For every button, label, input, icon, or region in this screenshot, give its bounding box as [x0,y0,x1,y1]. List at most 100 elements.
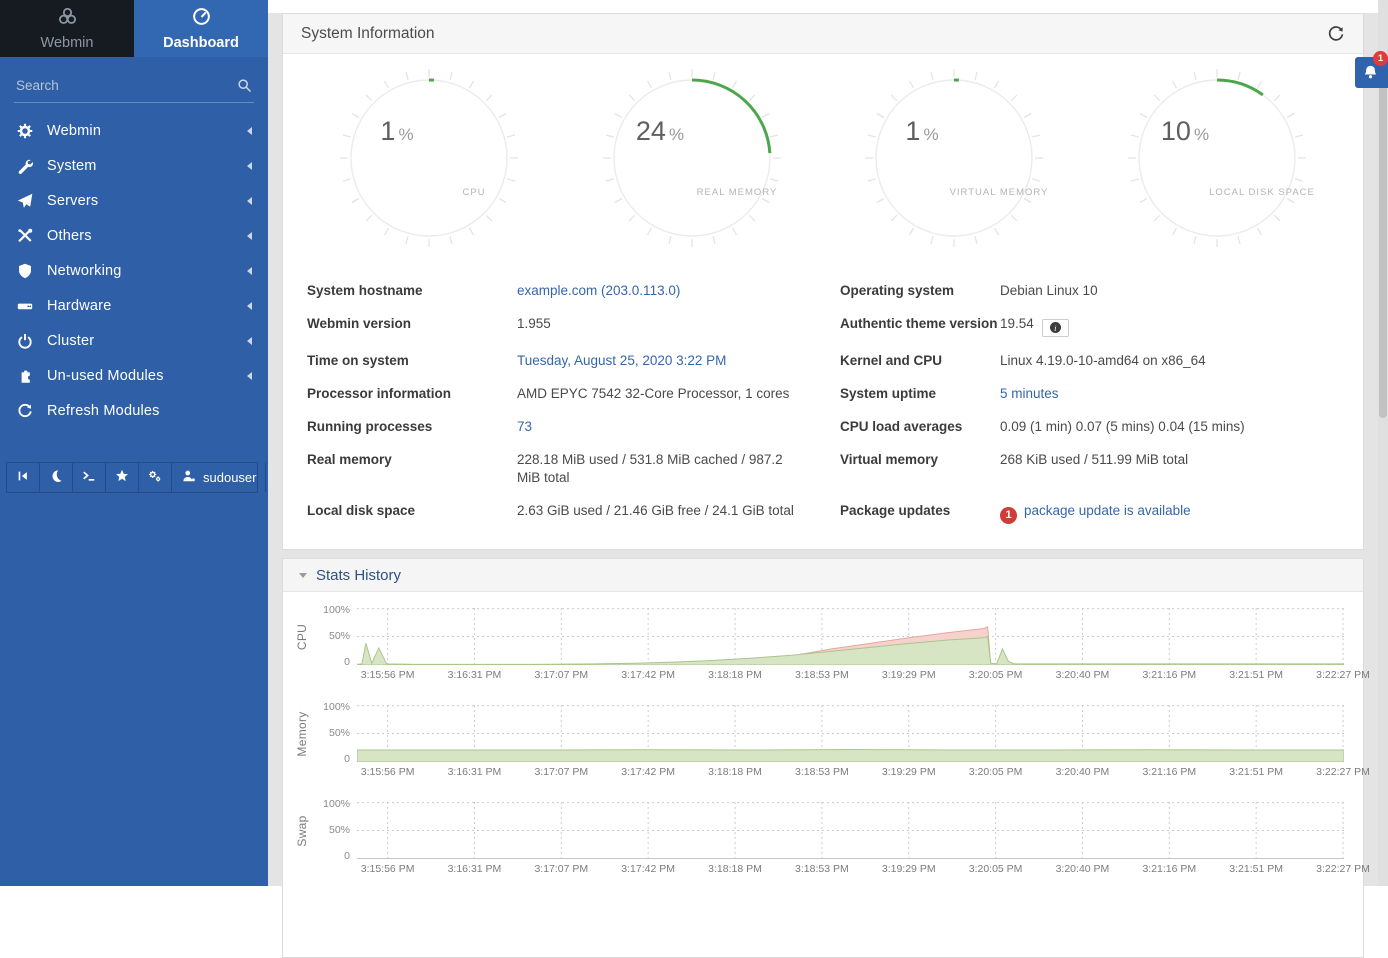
x-tick-label: 3:17:42 PM [621,766,675,778]
power-icon [17,333,34,349]
collapse-icon [16,469,30,486]
y-tick: 100% [323,604,350,616]
terminal-button[interactable] [72,463,105,492]
search-icon [237,78,252,93]
info-label: Webmin version [307,315,517,333]
info-value: 1package update is available [1000,502,1339,524]
info-value-text: Linux 4.19.0-10-amd64 on x86_64 [1000,353,1206,368]
scrollbar-track[interactable] [1378,0,1388,886]
theme-info-button[interactable]: i [1042,319,1069,337]
chart-axis-label: CPU [295,623,309,649]
collapse-button[interactable] [6,463,39,492]
moon-button[interactable] [39,463,72,492]
x-tick-label: 3:20:40 PM [1056,863,1110,875]
search-input[interactable] [14,71,254,102]
sidebar-item-label: Networking [47,263,247,279]
info-row-cpu-load-averages: CPU load averages0.09 (1 min) 0.07 (5 mi… [840,410,1339,443]
svg-text:24%: 24% [636,116,684,146]
x-tick-label: 3:20:40 PM [1056,669,1110,681]
y-tick: 50% [329,630,350,642]
info-value: 19.54i [1000,315,1339,337]
info-value: Linux 4.19.0-10-amd64 on x86_64 [1000,352,1339,370]
info-value-link[interactable]: package update is available [1024,503,1191,518]
top-strip [268,0,1378,13]
sidebar-item-webmin[interactable]: Webmin [0,113,268,148]
bell-icon [1362,64,1379,81]
sidebar-tabs: Webmin Dashboard [0,0,268,57]
collapse-caret-icon [299,573,307,578]
sidebar-item-label: Webmin [47,123,247,139]
stats-history-header[interactable]: Stats History [283,559,1363,592]
tab-webmin[interactable]: Webmin [0,0,134,57]
info-value: Debian Linux 10 [1000,282,1339,300]
info-row-time-on-system: Time on systemTuesday, August 25, 2020 3… [307,344,806,377]
info-label: Running processes [307,418,517,436]
x-tick-label: 3:21:51 PM [1229,766,1283,778]
info-value-link[interactable]: example.com (203.0.113.0) [517,283,680,298]
sidebar-item-label: Refresh Modules [47,403,252,419]
sidebar: Webmin Dashboard Webmin System ServersOthe… [0,0,268,886]
sidebar-item-servers[interactable]: Servers [0,183,268,218]
x-tick-label: 3:18:18 PM [708,863,762,875]
gears-button[interactable] [138,463,171,492]
chart-cpu: CPU 100% 50% 0 3:15:56 PM3:16:31 PM3:17:… [291,608,1344,686]
info-label: System hostname [307,282,517,300]
sidebar-item-others[interactable]: Others [0,218,268,253]
sidebar-item-system[interactable]: System [0,148,268,183]
hdd-icon [17,298,34,314]
info-row-real-memory: Real memory228.18 MiB used / 531.8 MiB c… [307,443,806,494]
y-tick: 0 [344,753,350,765]
refresh-icon[interactable] [1327,25,1345,43]
sidebar-item-label: Hardware [47,298,247,314]
user-menu-button[interactable]: sudouser [171,463,265,492]
sidebar-item-networking[interactable]: Networking [0,253,268,288]
info-row-package-updates: Package updates1package update is availa… [840,494,1339,531]
info-value: 0.09 (1 min) 0.07 (5 mins) 0.04 (15 mins… [1000,418,1339,436]
sidebar-item-hardware[interactable]: Hardware [0,288,268,323]
sidebar-footer-toolbar: sudouser [6,462,258,493]
star-button[interactable] [105,463,138,492]
info-label: Package updates [840,502,1000,520]
system-information-header: System Information [283,14,1363,54]
info-label: Time on system [307,352,517,370]
sidebar-item-un-used-modules[interactable]: Un-used Modules [0,358,268,393]
info-value-link[interactable]: 73 [517,419,532,434]
info-label: System uptime [840,385,1000,403]
info-label: Local disk space [307,502,517,520]
chevron-left-icon [247,372,252,380]
x-tick-label: 3:20:40 PM [1056,766,1110,778]
sidebar-menu: Webmin System ServersOthers Networking Hardw… [0,113,268,428]
chart-swap: Swap 100% 50% 0 3:15:56 PM3:16:31 PM3:17… [291,802,1344,880]
info-label: Authentic theme version [840,315,1000,333]
x-tick-label: 3:20:05 PM [969,669,1023,681]
x-tick-label: 3:21:16 PM [1142,863,1196,875]
info-value-text: Debian Linux 10 [1000,283,1098,298]
info-value: AMD EPYC 7542 32-Core Processor, 1 cores [517,385,806,403]
chart-memory: Memory 100% 50% 0 3:15:56 PM3:16:31 PM3:… [291,705,1344,783]
tab-dashboard[interactable]: Dashboard [134,0,268,57]
info-value-link[interactable]: Tuesday, August 25, 2020 3:22 PM [517,353,726,368]
info-row-authentic-theme-version: Authentic theme version19.54i [840,307,1339,344]
scrollbar-thumb[interactable] [1379,58,1387,418]
sidebar-item-label: System [47,158,247,174]
info-row-local-disk-space: Local disk space2.63 GiB used / 21.46 Gi… [307,494,806,531]
sidebar-item-refresh-modules[interactable]: Refresh Modules [0,393,268,428]
x-tick-label: 3:18:53 PM [795,766,849,778]
chevron-left-icon [247,267,252,275]
gauges-row: 1% CPU 24% REAL MEMORY 1% VIRTUAL MEMORY… [283,54,1363,262]
panel-title: System Information [301,25,1327,43]
svg-text:1%: 1% [381,116,414,146]
info-value-text: 268 KiB used / 511.99 MiB total [1000,452,1188,467]
chevron-left-icon [247,232,252,240]
x-tick-label: 3:18:18 PM [708,669,762,681]
notifications-tab[interactable]: 1 [1355,57,1388,88]
dashboard-gauge-icon [192,7,211,31]
wrench-icon [17,158,34,174]
chart-x-axis: 3:15:56 PM3:16:31 PM3:17:07 PM3:17:42 PM… [357,766,1344,783]
info-value-link[interactable]: 5 minutes [1000,386,1059,401]
sidebar-item-cluster[interactable]: Cluster [0,323,268,358]
x-tick-label: 3:16:31 PM [448,766,502,778]
svg-text:10%: 10% [1160,116,1208,146]
info-value-text: 2.63 GiB used / 21.46 GiB free / 24.1 Gi… [517,503,794,518]
info-row-processor-information: Processor informationAMD EPYC 7542 32-Co… [307,377,806,410]
